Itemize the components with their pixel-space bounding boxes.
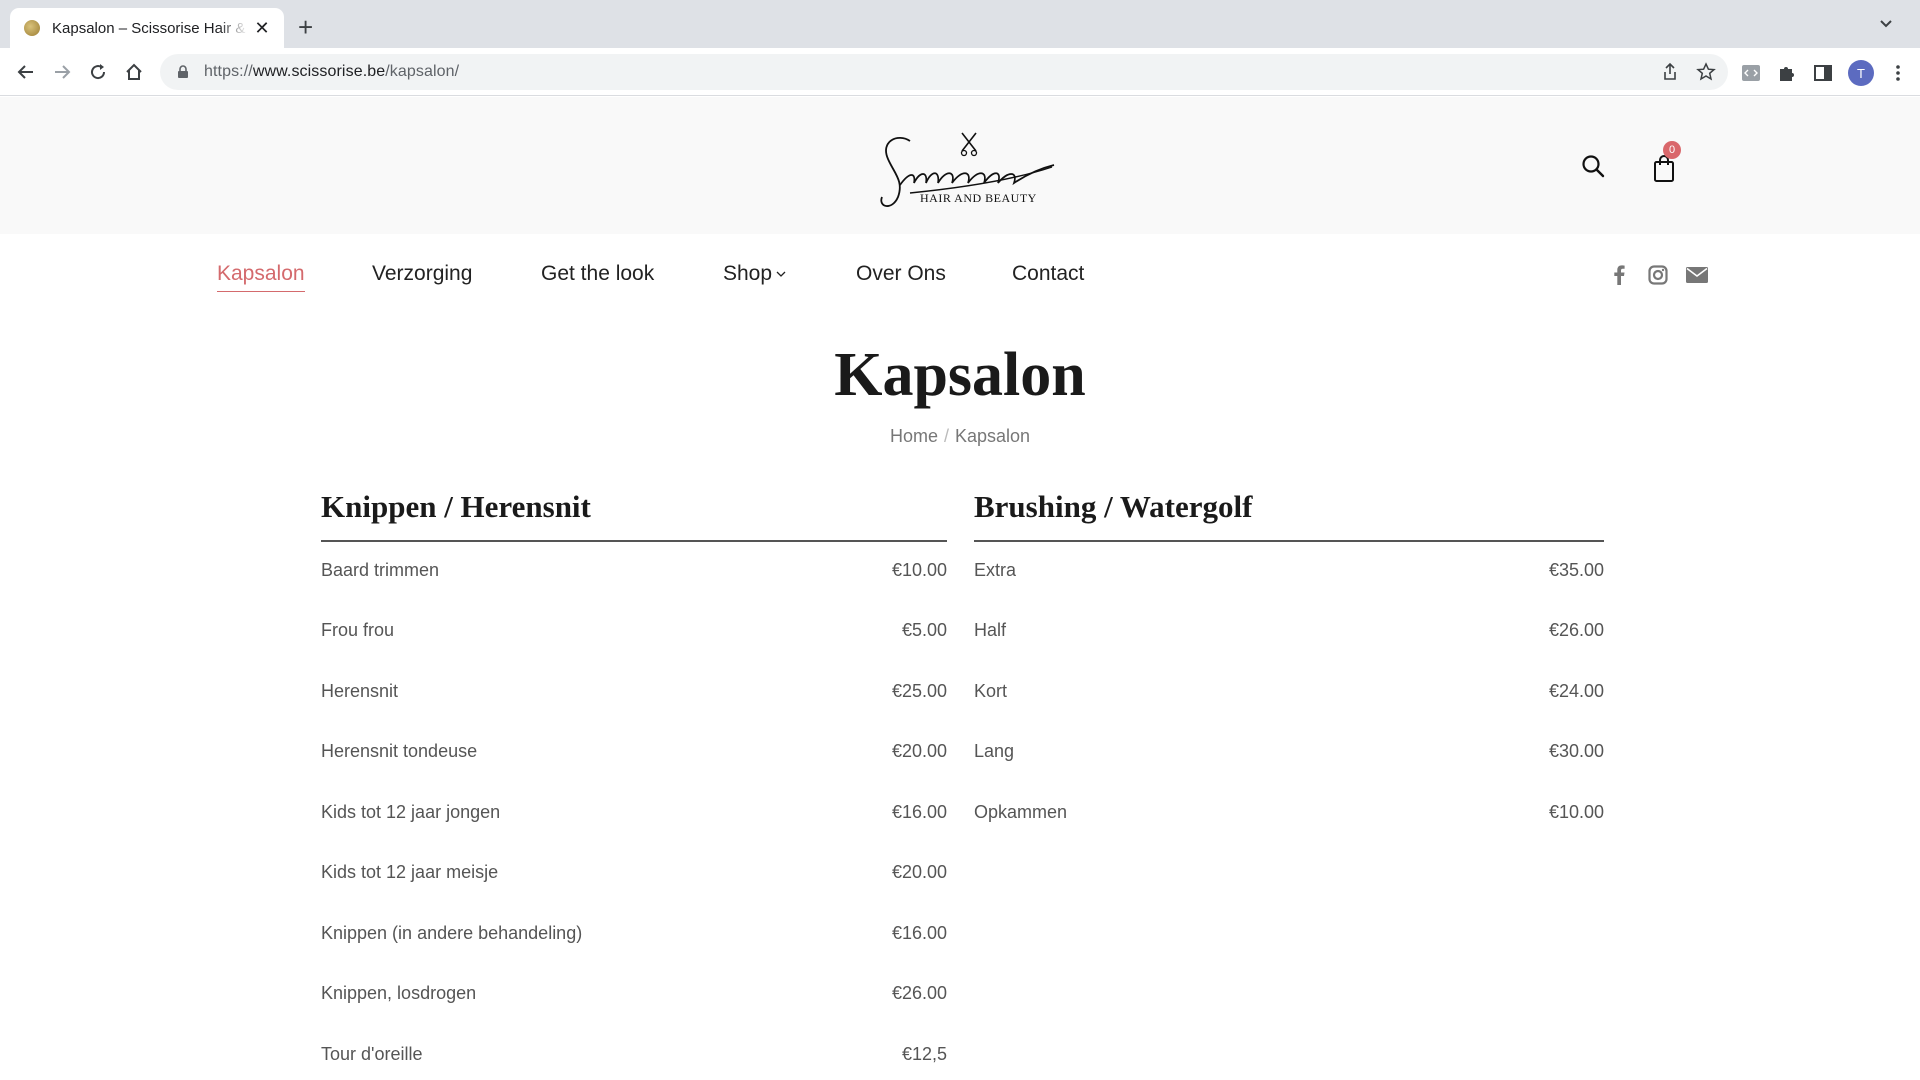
service-price: €5.00 xyxy=(901,620,947,641)
nav-shop[interactable]: Shop xyxy=(723,262,786,286)
lock-icon[interactable] xyxy=(176,65,190,79)
service-name: Kids tot 12 jaar jongen xyxy=(321,801,501,822)
service-name: Kort xyxy=(974,680,1008,701)
search-icon[interactable] xyxy=(1580,153,1606,179)
reload-icon[interactable] xyxy=(86,60,110,84)
bookmark-star-icon[interactable] xyxy=(1696,62,1716,82)
email-envelope-icon[interactable] xyxy=(1686,264,1708,286)
service-name: Lang xyxy=(974,741,1015,762)
nav-get-the-look[interactable]: Get the look xyxy=(541,262,654,286)
side-panel-icon[interactable] xyxy=(1812,62,1834,84)
devtools-extension-icon[interactable] xyxy=(1740,62,1762,84)
page-title: Kapsalon xyxy=(834,341,1086,409)
browser-toolbar: https://www.scissorise.be/kapsalon/ T xyxy=(0,48,1920,96)
service-name: Kids tot 12 jaar meisje xyxy=(321,862,499,883)
price-row: Kort €24.00 xyxy=(974,661,1604,722)
nav-shop-label: Shop xyxy=(723,262,773,285)
service-price: €16.00 xyxy=(891,922,947,943)
service-price: €16.00 xyxy=(891,801,947,822)
price-row: Kids tot 12 jaar meisje €20.00 xyxy=(321,843,947,904)
service-price: €12,5 xyxy=(901,1043,947,1064)
price-row: Half €26.00 xyxy=(974,601,1604,662)
service-name: Half xyxy=(974,620,1007,641)
main-navigation: Kapsalon Verzorging Get the look Shop Ov… xyxy=(0,234,1920,314)
breadcrumb-current: Kapsalon xyxy=(954,426,1031,446)
browser-tabstrip: Kapsalon – Scissorise Hair & Beauty ✕ + xyxy=(0,0,1920,48)
service-price: €10.00 xyxy=(1548,801,1604,822)
service-name: Knippen, losdrogen xyxy=(321,983,477,1004)
price-row: Knippen (in andere behandeling) €16.00 xyxy=(321,903,947,964)
service-name: Herensnit tondeuse xyxy=(321,741,478,762)
service-name: Herensnit xyxy=(321,680,399,701)
service-price: €10.00 xyxy=(891,559,947,580)
new-tab-button[interactable]: + xyxy=(298,12,313,42)
nav-verzorging[interactable]: Verzorging xyxy=(372,262,472,286)
service-price: €20.00 xyxy=(891,741,947,762)
facebook-icon[interactable] xyxy=(1608,264,1630,286)
price-row: Tour d'oreille €12,5 xyxy=(321,1024,947,1080)
service-price: €20.00 xyxy=(891,862,947,883)
nav-contact[interactable]: Contact xyxy=(1012,262,1084,286)
chevron-down-icon xyxy=(776,271,786,278)
price-row: Kids tot 12 jaar jongen €16.00 xyxy=(321,782,947,843)
home-icon[interactable] xyxy=(122,60,146,84)
browser-tab-active[interactable]: Kapsalon – Scissorise Hair & Beauty ✕ xyxy=(10,8,284,48)
service-price: €26.00 xyxy=(1548,620,1604,641)
price-row: Baard trimmen €10.00 xyxy=(321,540,947,601)
price-list-knippen: Knippen / Herensnit Baard trimmen €10.00 … xyxy=(321,486,947,1080)
breadcrumb-home-link[interactable]: Home xyxy=(890,426,938,446)
breadcrumb: Home / Kapsalon xyxy=(0,426,1920,447)
breadcrumb-separator: / xyxy=(943,426,949,446)
service-name: Tour d'oreille xyxy=(321,1043,423,1064)
site-header: HAIR AND BEAUTY 0 xyxy=(0,97,1920,234)
instagram-icon[interactable] xyxy=(1647,264,1669,286)
service-name: Extra xyxy=(974,559,1017,580)
cart-count-badge: 0 xyxy=(1663,141,1681,159)
url-text[interactable]: https://www.scissorise.be/kapsalon/ xyxy=(204,63,459,81)
service-name: Frou frou xyxy=(321,620,395,641)
profile-avatar[interactable]: T xyxy=(1848,60,1874,86)
price-row: Herensnit €25.00 xyxy=(321,661,947,722)
service-name: Baard trimmen xyxy=(321,559,440,580)
tab-title: Kapsalon – Scissorise Hair & Beauty xyxy=(52,19,248,37)
price-row: Opkammen €10.00 xyxy=(974,782,1604,843)
address-bar[interactable]: https://www.scissorise.be/kapsalon/ xyxy=(160,54,1728,90)
price-row: Herensnit tondeuse €20.00 xyxy=(321,722,947,783)
browser-menu-icon[interactable] xyxy=(1888,62,1908,84)
service-price: €30.00 xyxy=(1548,741,1604,762)
logo-subtitle: HAIR AND BEAUTY xyxy=(920,191,1037,205)
back-arrow-icon[interactable] xyxy=(14,60,38,84)
service-name: Knippen (in andere behandeling) xyxy=(321,922,583,943)
price-row: Extra €35.00 xyxy=(974,540,1604,601)
price-list-brushing: Brushing / Watergolf Extra €35.00 Half €26… xyxy=(974,486,1604,843)
price-list-heading: Knippen / Herensnit xyxy=(321,486,947,542)
favicon-icon xyxy=(24,20,40,36)
service-price: €24.00 xyxy=(1548,680,1604,701)
service-price: €26.00 xyxy=(891,983,947,1004)
tab-search-chevron-icon[interactable] xyxy=(1876,14,1896,34)
service-price: €25.00 xyxy=(891,680,947,701)
service-price: €35.00 xyxy=(1548,559,1604,580)
tab-close-icon[interactable]: ✕ xyxy=(252,18,272,38)
extensions-puzzle-icon[interactable] xyxy=(1776,62,1798,84)
price-row: Knippen, losdrogen €26.00 xyxy=(321,964,947,1025)
nav-kapsalon[interactable]: Kapsalon xyxy=(217,262,305,292)
nav-over-ons[interactable]: Over Ons xyxy=(856,262,946,286)
price-row: Lang €30.00 xyxy=(974,722,1604,783)
service-name: Opkammen xyxy=(974,801,1068,822)
price-list-heading: Brushing / Watergolf xyxy=(974,486,1604,542)
share-icon[interactable] xyxy=(1660,62,1680,82)
price-row: Frou frou €5.00 xyxy=(321,601,947,662)
forward-arrow-icon[interactable] xyxy=(50,60,74,84)
